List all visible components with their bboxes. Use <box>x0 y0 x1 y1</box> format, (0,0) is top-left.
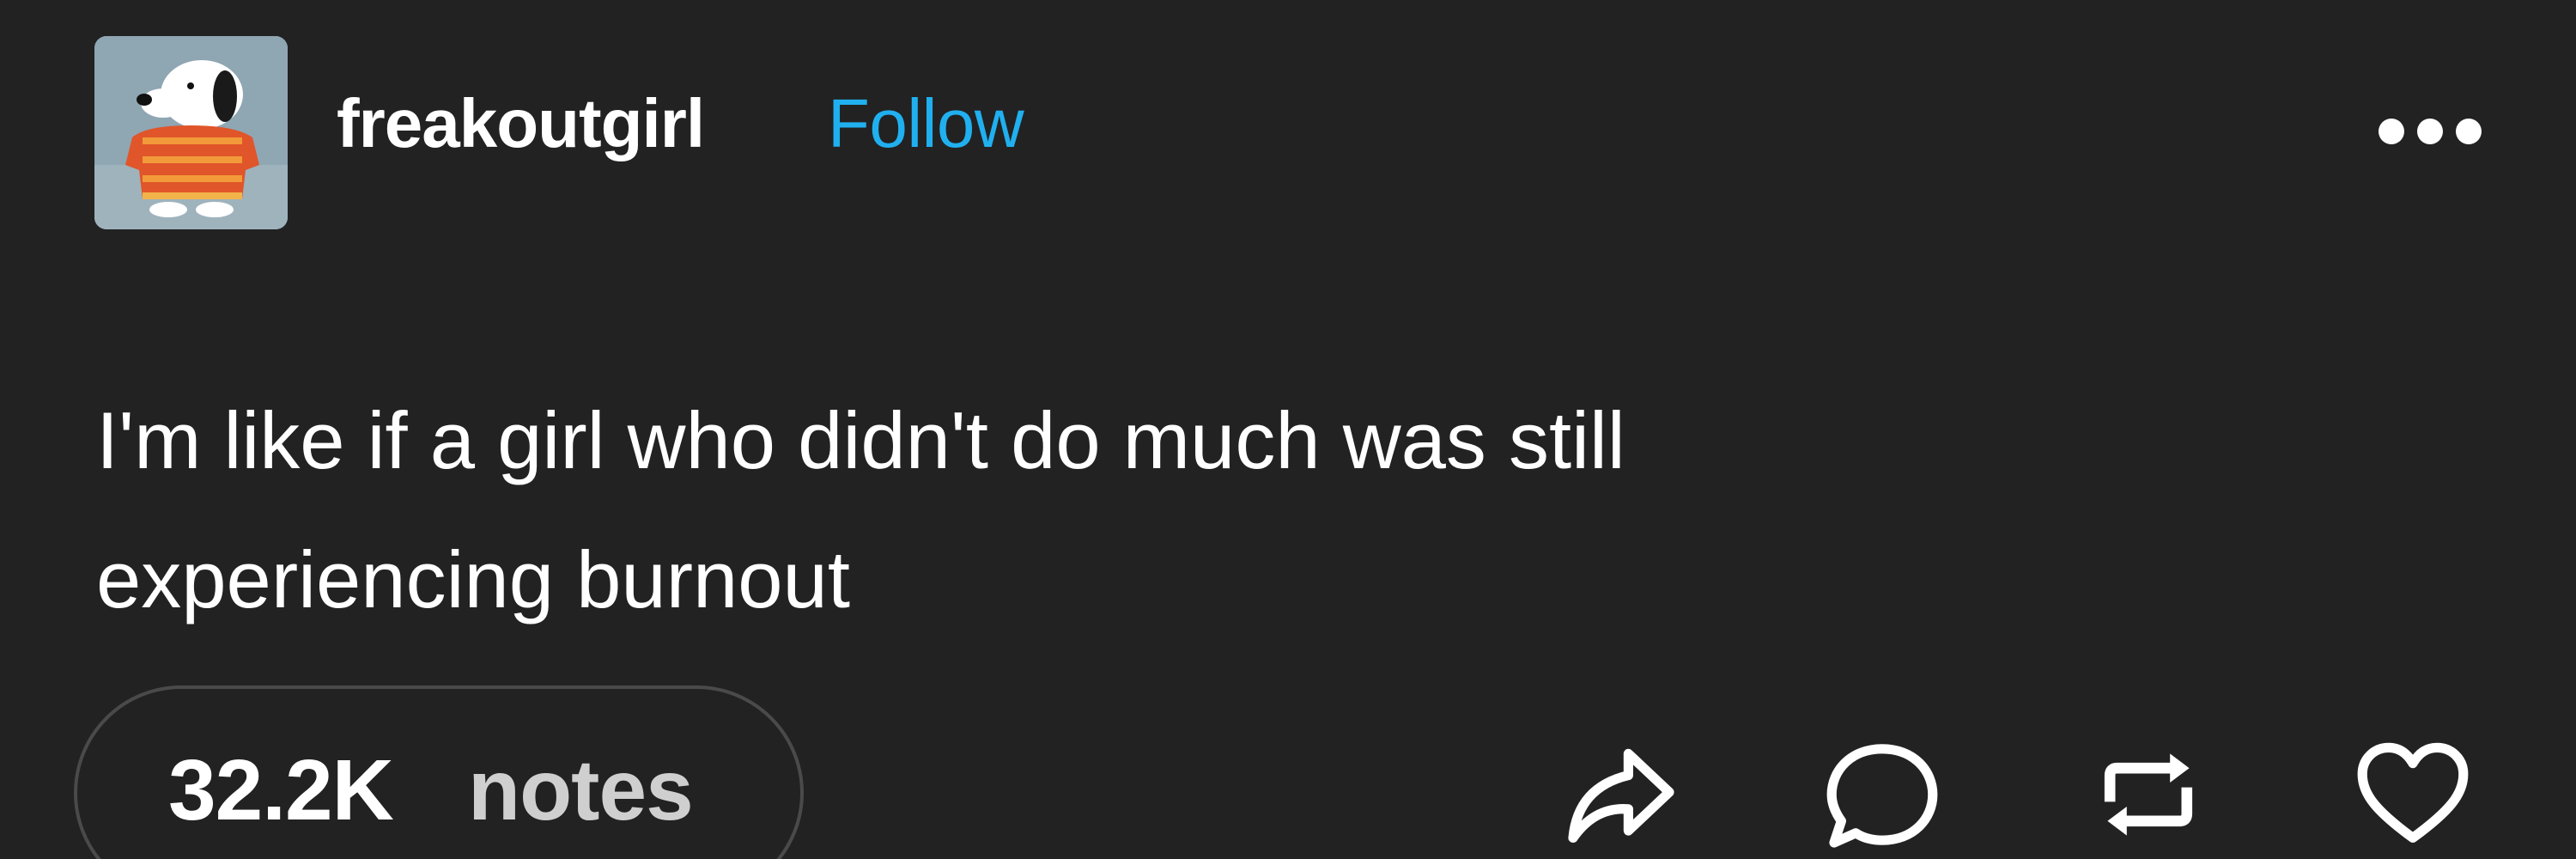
dot-icon <box>2417 119 2443 144</box>
tumblr-post: freakoutgirl Follow I'm like if a girl w… <box>0 0 2576 859</box>
dot-icon <box>2379 119 2404 144</box>
username-link[interactable]: freakoutgirl <box>337 89 705 158</box>
post-body-text: I'm like if a girl who didn't do much wa… <box>96 395 1625 624</box>
snoopy-avatar-icon <box>94 36 288 229</box>
reblog-icon <box>2104 753 2193 836</box>
reply-button[interactable] <box>1822 734 1942 855</box>
more-options-button[interactable] <box>2379 110 2482 153</box>
avatar[interactable] <box>94 36 288 229</box>
share-button[interactable] <box>1561 734 1681 855</box>
like-button[interactable] <box>2353 734 2473 855</box>
dot-icon <box>2456 119 2482 144</box>
share-icon <box>1568 748 1674 843</box>
follow-button[interactable]: Follow <box>828 89 1024 158</box>
notes-count[interactable]: 32.2K <box>168 747 394 833</box>
heart-icon <box>2357 742 2469 843</box>
reply-icon <box>1826 744 1938 848</box>
reblog-button[interactable] <box>2088 734 2208 855</box>
notes-label[interactable]: notes <box>468 747 694 833</box>
